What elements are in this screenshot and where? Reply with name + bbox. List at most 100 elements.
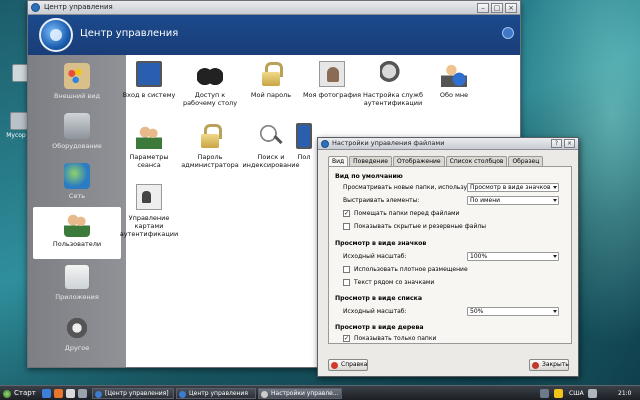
tray-updates-icon[interactable]: [554, 389, 563, 398]
main-window-title: Центр управления: [44, 3, 113, 11]
view-new-folders-label: Просматривать новые папки, используя:: [343, 184, 473, 191]
padlock-icon: [197, 123, 223, 149]
tab-columns[interactable]: Список столбцов: [445, 156, 508, 166]
help-button-label: Справка: [341, 361, 368, 368]
arrange-items-value: По имени: [470, 197, 501, 204]
sidebar-item-users[interactable]: Пользователи: [33, 207, 121, 259]
show-hidden-checkbox[interactable]: [343, 223, 350, 230]
item-admin-password[interactable]: Пароль администратора: [180, 123, 240, 169]
chevron-down-icon: [553, 186, 557, 189]
task-label: Центр управления: [189, 390, 248, 397]
view-new-folders-select[interactable]: Просмотр в виде значков: [467, 183, 559, 192]
sidebar-item-applications[interactable]: Приложения: [33, 260, 121, 312]
partial-icon: [296, 123, 312, 149]
icons-zoom-select[interactable]: 100%: [467, 252, 559, 261]
quick-launch-file-manager-icon[interactable]: [42, 389, 51, 398]
item-login[interactable]: Вход в систему: [119, 61, 179, 99]
sidebar-item-label: Внешний вид: [54, 92, 100, 100]
control-center-icon: [179, 391, 186, 398]
taskbar-task-file-settings[interactable]: Настройки управле...: [258, 388, 342, 399]
item-session[interactable]: Параметры сеанса: [119, 123, 179, 169]
tray-network-icon[interactable]: [540, 389, 549, 398]
only-folders-checkbox[interactable]: ✓: [343, 335, 350, 342]
minimize-button[interactable]: –: [477, 3, 489, 13]
item-desktop-access[interactable]: Доступ к рабочему столу: [180, 61, 240, 107]
icons-zoom-label: Исходный масштаб:: [343, 253, 407, 260]
section-icon-view: Просмотр в виде значков: [335, 240, 427, 247]
key-icon: [380, 61, 406, 87]
view-tab-pane: Вид по умолчанию Просматривать новые пап…: [328, 166, 572, 344]
sidebar-item-hardware[interactable]: Оборудование: [33, 109, 121, 161]
arrange-items-select[interactable]: По имени: [467, 196, 559, 205]
photo-icon: [319, 61, 345, 87]
taskbar: Старт [Центр управления] Центр управлени…: [0, 385, 640, 400]
item-my-password[interactable]: Мой пароль: [241, 61, 301, 99]
dialog-close-button[interactable]: ×: [564, 139, 575, 148]
sidebar-item-label: Приложения: [55, 293, 99, 301]
header-title: Центр управления: [80, 28, 179, 39]
dialog-help-button[interactable]: ?: [551, 139, 562, 148]
sidebar-item-other[interactable]: Другое: [33, 311, 121, 363]
binoculars-icon: [197, 61, 223, 87]
header-help-icon[interactable]: [502, 27, 514, 39]
desktop-icon-label: Мусор: [6, 132, 26, 139]
icons-zoom-value: 100%: [470, 253, 488, 260]
close-dialog-button[interactable]: Закрыть: [529, 359, 569, 371]
close-icon: [532, 362, 539, 369]
start-button[interactable]: Старт: [2, 388, 36, 399]
item-partial[interactable]: Пол: [289, 123, 319, 161]
item-about-me[interactable]: Обо мне: [424, 61, 484, 99]
trash-icon: [10, 112, 28, 130]
help-button[interactable]: Справка: [328, 359, 368, 371]
item-auth-cards[interactable]: Управление картами аутентификации: [119, 184, 179, 238]
control-center-header: Центр управления: [28, 15, 520, 55]
help-icon: [331, 362, 338, 369]
item-label: Пароль администратора: [181, 153, 239, 169]
sidebar-item-appearance[interactable]: Внешний вид: [33, 59, 121, 111]
sidebar-item-label: Пользователи: [52, 240, 102, 248]
start-label: Старт: [14, 389, 36, 397]
item-auth-services[interactable]: Настройка служб аутентификации: [363, 61, 423, 107]
dialog-title: Настройки управления файлами: [332, 139, 445, 147]
only-folders-label: Показывать только папки: [354, 335, 437, 342]
view-new-folders-value: Просмотр в виде значков: [470, 184, 551, 191]
padlock-icon: [258, 61, 284, 87]
tab-sample[interactable]: Образец: [508, 156, 544, 166]
control-center-icon: [95, 391, 102, 398]
taskbar-task-control-center-minimized[interactable]: [Центр управления]: [92, 388, 174, 399]
tray-volume-icon[interactable]: [588, 389, 597, 398]
main-titlebar[interactable]: Центр управления – □ ×: [28, 1, 520, 15]
quick-launch-browser-icon[interactable]: [54, 389, 63, 398]
list-zoom-select[interactable]: 50%: [467, 307, 559, 316]
dialog-titlebar[interactable]: Настройки управления файлами ? ×: [318, 138, 578, 150]
show-hidden-label: Показывать скрытые и резервные файлы: [354, 223, 486, 230]
maximize-button[interactable]: □: [491, 3, 503, 13]
keyboard-layout-indicator[interactable]: США: [569, 388, 584, 399]
compact-layout-label: Использовать плотное размещение: [354, 266, 468, 273]
compact-layout-checkbox[interactable]: [343, 266, 350, 273]
text-beside-icons-checkbox[interactable]: [343, 279, 350, 286]
file-management-settings-dialog: Настройки управления файлами ? × Вид Пов…: [317, 137, 579, 377]
quick-launch-settings-icon[interactable]: [78, 389, 87, 398]
quick-launch-mail-icon[interactable]: [66, 389, 75, 398]
item-label: Управление картами аутентификации: [119, 214, 179, 238]
arrange-items-label: Выстраивать элементы:: [343, 197, 420, 204]
monitor-icon: [136, 61, 162, 87]
users-icon: [136, 123, 162, 149]
item-my-photo[interactable]: Моя фотография: [302, 61, 362, 99]
folders-first-checkbox[interactable]: ✓: [343, 210, 350, 217]
sidebar-item-label: Сеть: [68, 192, 86, 200]
id-card-icon: [136, 184, 162, 210]
close-button[interactable]: ×: [505, 3, 517, 13]
globe-icon: [64, 163, 90, 189]
tab-display[interactable]: Отображение: [392, 156, 445, 166]
clock[interactable]: 21:0: [618, 388, 631, 399]
tab-behavior[interactable]: Поведение: [349, 156, 392, 166]
list-zoom-label: Исходный масштаб:: [343, 308, 407, 315]
category-sidebar: Внешний вид Оборудование Сеть Пользовате…: [28, 55, 126, 367]
taskbar-task-control-center[interactable]: Центр управления: [176, 388, 256, 399]
item-label: Пол: [297, 153, 311, 161]
section-tree-view: Просмотр в виде дерева: [335, 324, 424, 331]
close-button-label: Закрыть: [542, 361, 569, 368]
sidebar-item-network[interactable]: Сеть: [33, 159, 121, 211]
